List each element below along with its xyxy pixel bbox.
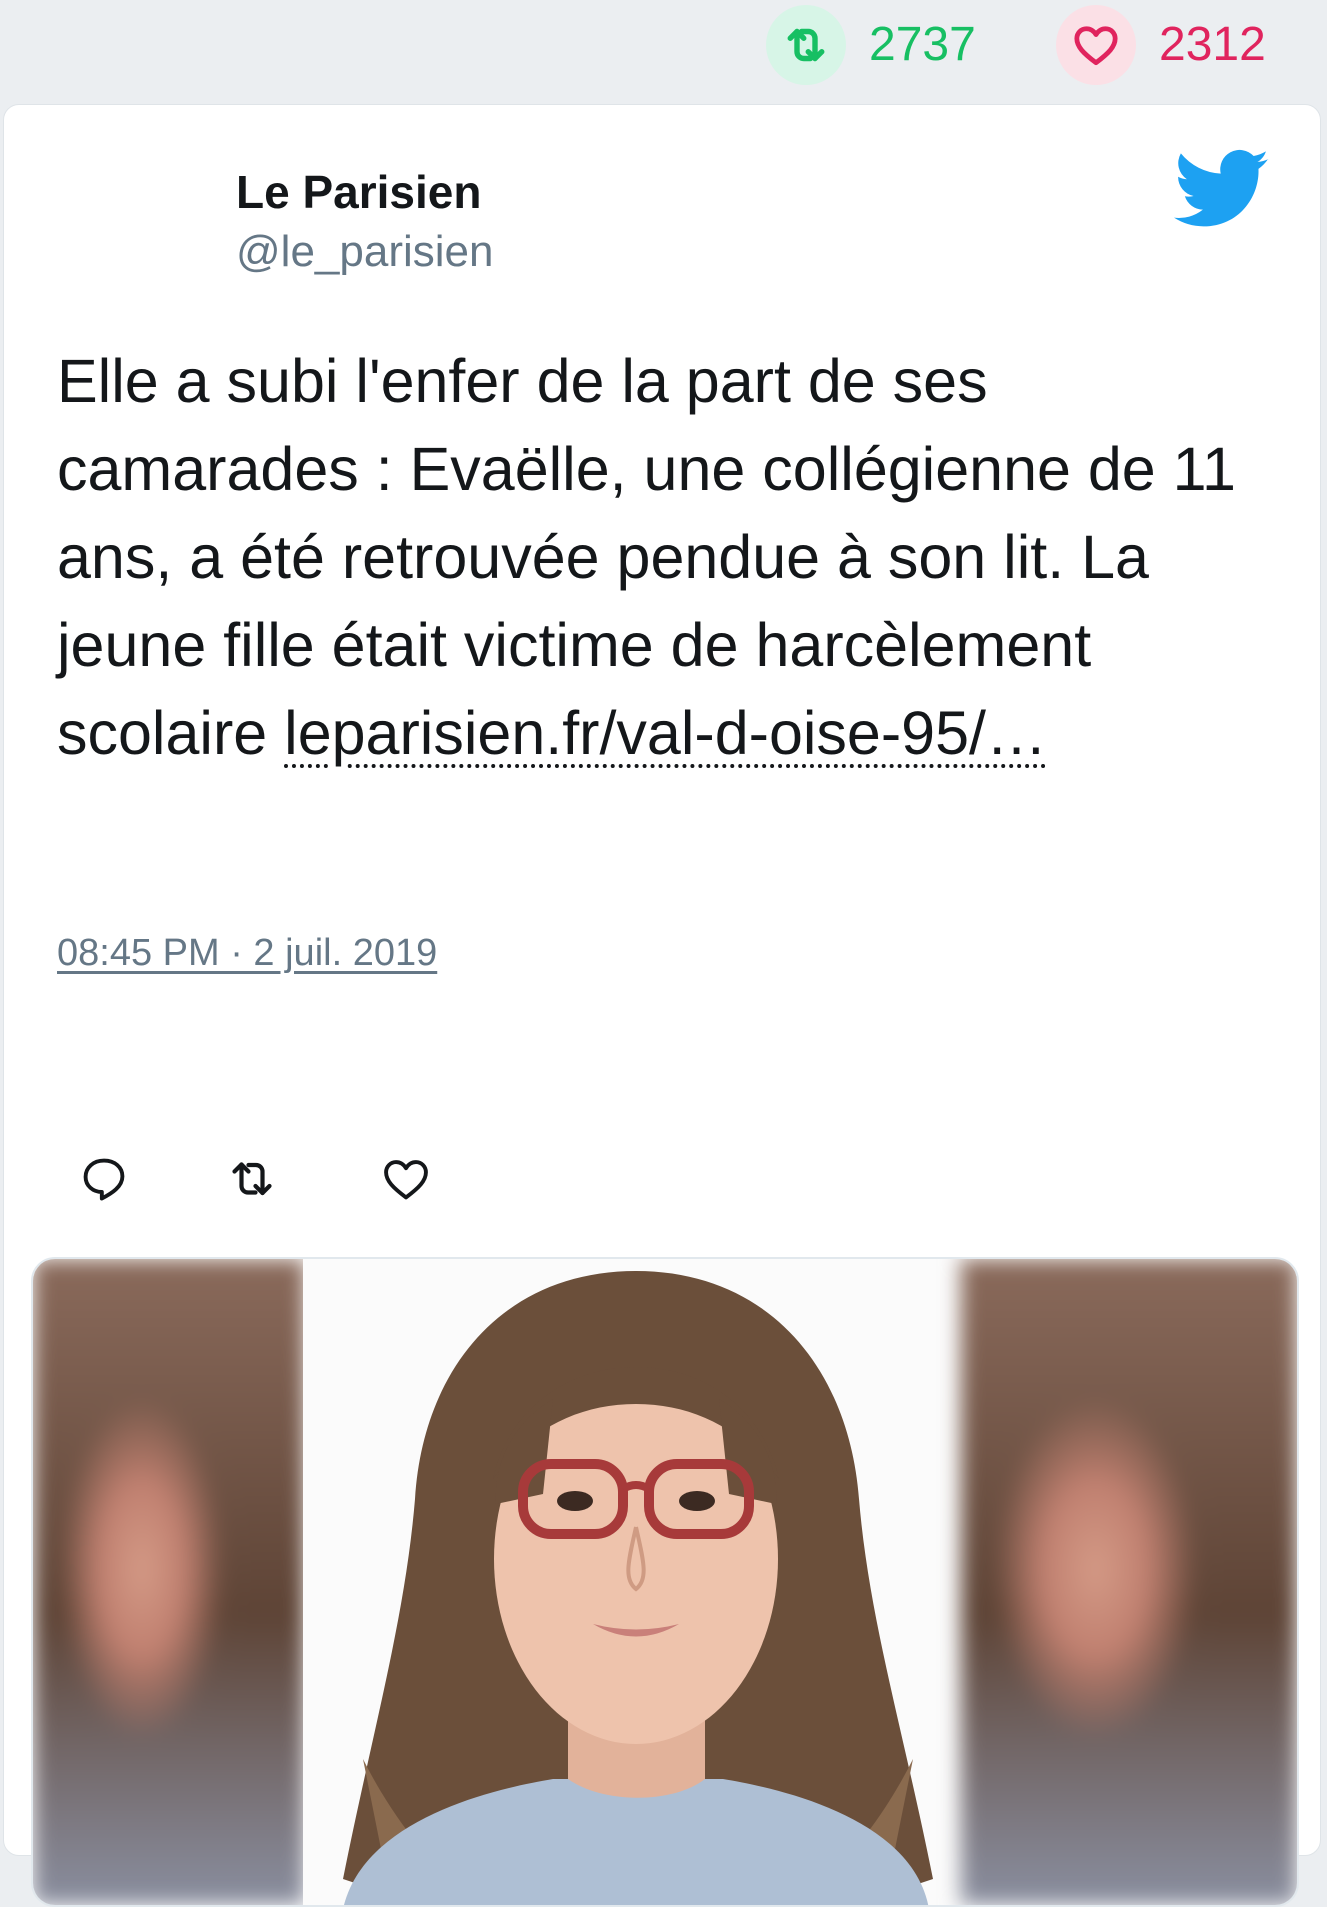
media-blur-left <box>33 1259 305 1905</box>
tweet-timestamp[interactable]: 08:45 PM · 2 juil. 2019 <box>57 931 437 977</box>
media-blur-right <box>961 1259 1297 1905</box>
retweet-icon <box>232 1162 272 1196</box>
retweet-count: 2737 <box>869 18 976 71</box>
heart-icon <box>384 1160 428 1200</box>
retweet-stat[interactable]: 2737 <box>766 5 976 85</box>
author-handle[interactable]: @le_parisien <box>236 226 493 279</box>
retweet-stat-icon-circle <box>766 5 846 85</box>
retweet-icon <box>787 28 825 62</box>
retweet-button[interactable] <box>224 1151 280 1207</box>
twitter-bird-icon[interactable] <box>1174 147 1270 229</box>
like-count: 2312 <box>1159 18 1266 71</box>
like-stat[interactable]: 2312 <box>1056 5 1266 85</box>
portrait-photo <box>303 1259 969 1905</box>
tweet-card: Le Parisien @le_parisien Elle a subi l'e… <box>3 104 1321 1907</box>
reply-icon <box>83 1158 125 1201</box>
reply-button[interactable] <box>76 1151 132 1207</box>
tweet-media[interactable] <box>31 1257 1299 1907</box>
tweet-text: Elle a subi l'enfer de la part de ses ca… <box>57 337 1275 777</box>
author-name[interactable]: Le Parisien <box>236 165 481 220</box>
like-stat-icon-circle <box>1056 5 1136 85</box>
like-button[interactable] <box>378 1151 434 1207</box>
top-stats-bar: 2737 2312 <box>0 0 1327 92</box>
article-link[interactable]: leparisien.fr/val-d-oise-95/… <box>284 699 1047 767</box>
heart-icon <box>1074 26 1118 66</box>
